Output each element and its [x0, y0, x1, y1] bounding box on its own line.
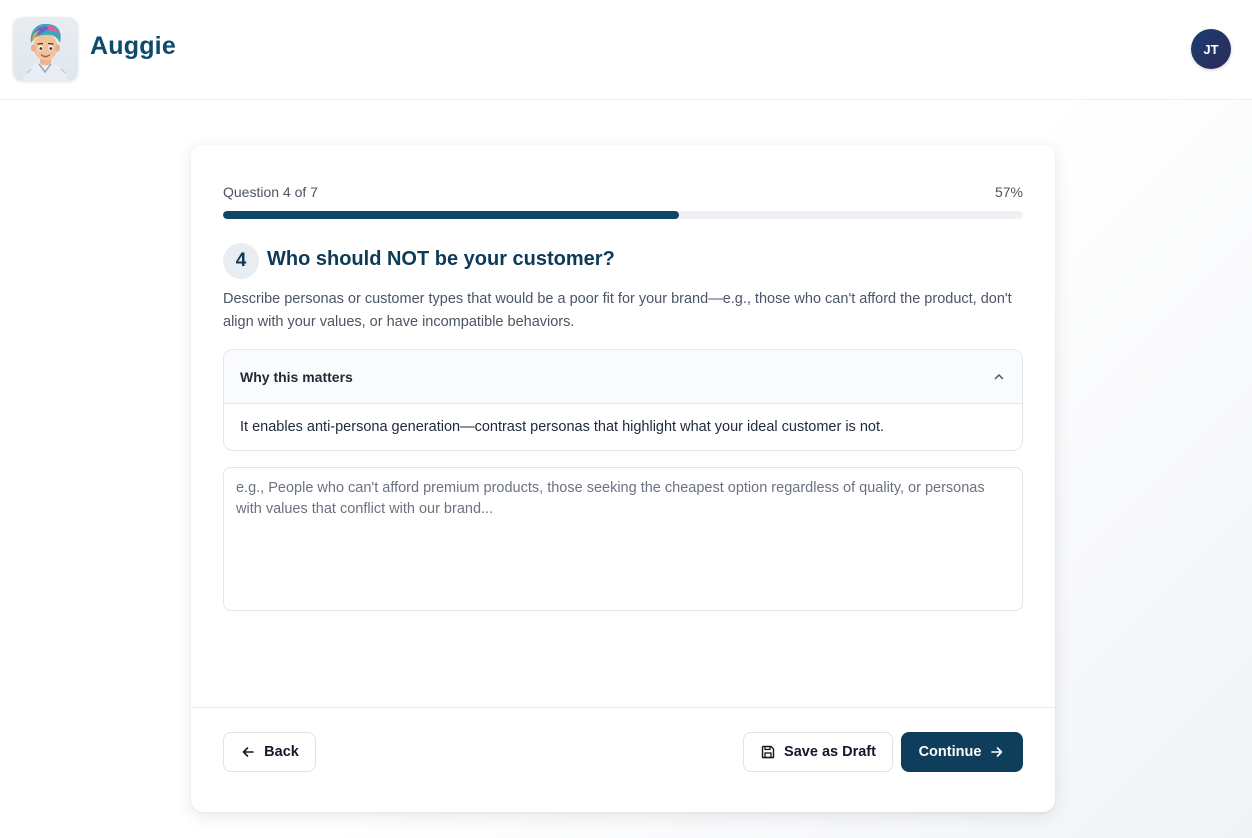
back-button[interactable]: Back [223, 732, 316, 772]
progress-percent: 57% [994, 184, 1023, 200]
why-this-matters-panel: Why this matters It enables anti-persona… [223, 349, 1023, 451]
brand-avatar-icon[interactable] [13, 17, 78, 81]
brand-name: Auggie [90, 32, 176, 60]
question-description: Describe personas or customer types that… [223, 291, 1012, 330]
question-card: Question 4 of 7 57% 4 Who should NOT be … [191, 145, 1055, 812]
app-header: Auggie JT [0, 0, 1252, 100]
chevron-up-icon [992, 370, 1006, 384]
question-title: Who should NOT be your customer? [267, 248, 615, 270]
back-button-label: Back [264, 744, 299, 760]
progress-bar [223, 211, 1023, 219]
arrow-left-icon [240, 744, 256, 760]
progress-fill [223, 211, 679, 219]
user-avatar[interactable]: JT [1191, 29, 1231, 69]
save-draft-label: Save as Draft [784, 744, 876, 760]
question-number-badge: 4 [223, 243, 259, 279]
save-draft-button[interactable]: Save as Draft [743, 732, 893, 772]
progress-label: Question 4 of 7 [223, 184, 318, 200]
save-icon [760, 744, 776, 760]
arrow-right-icon [989, 744, 1005, 760]
continue-button-label: Continue [918, 744, 982, 760]
continue-button[interactable]: Continue [901, 732, 1023, 772]
why-this-matters-toggle[interactable]: Why this matters [224, 350, 1022, 404]
answer-textarea[interactable] [223, 467, 1023, 611]
footer-divider [191, 707, 1055, 708]
why-this-matters-title: Why this matters [240, 368, 353, 385]
why-this-matters-body: It enables anti-persona generation—contr… [240, 419, 885, 435]
